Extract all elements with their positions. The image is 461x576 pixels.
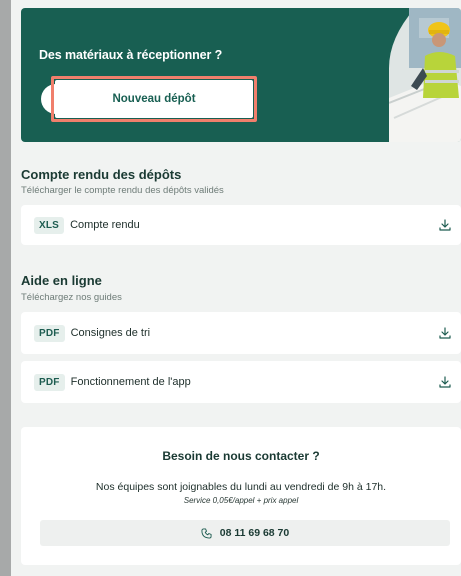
window-left-edge <box>0 0 11 576</box>
page-content: Des matériaux à réceptionner ? Nouveau d… <box>11 0 461 576</box>
hero-title: Des matériaux à réceptionner ? <box>39 48 223 62</box>
hero-banner: Des matériaux à réceptionner ? Nouveau d… <box>21 8 461 142</box>
download-icon[interactable] <box>439 219 451 231</box>
guide-label: Consignes de tri <box>70 327 151 339</box>
help-section-title: Aide en ligne <box>21 273 102 288</box>
phone-icon <box>201 527 212 539</box>
worker-photo <box>389 8 461 142</box>
guide-label: Fonctionnement de l'app <box>70 376 191 388</box>
xls-badge: XLS <box>34 216 65 234</box>
report-download-item[interactable]: XLS Compte rendu <box>21 205 461 245</box>
phone-number: 08 11 69 68 70 <box>219 527 290 539</box>
report-label: Compte rendu <box>70 219 140 231</box>
call-phone-button[interactable]: 08 11 69 68 70 <box>40 520 450 546</box>
reports-section-title: Compte rendu des dépôts <box>21 167 182 182</box>
contact-title: Besoin de nous contacter ? <box>162 449 320 463</box>
reports-section-subtitle: Télécharger le compte rendu des dépôts v… <box>21 185 224 196</box>
new-deposit-button[interactable]: Nouveau dépôt <box>55 80 253 118</box>
help-section-subtitle: Téléchargez nos guides <box>21 292 122 303</box>
contact-fee-note: Service 0,05€/appel + prix appel <box>183 496 299 505</box>
download-icon[interactable] <box>439 327 451 339</box>
contact-card: Besoin de nous contacter ? Nos équipes s… <box>21 427 461 565</box>
pdf-badge: PDF <box>34 373 65 391</box>
guide-download-item[interactable]: PDF Consignes de tri <box>21 312 461 354</box>
pdf-badge: PDF <box>34 324 65 342</box>
download-icon[interactable] <box>439 376 451 388</box>
contact-hours: Nos équipes sont joignables du lundi au … <box>95 481 387 493</box>
guide-download-item[interactable]: PDF Fonctionnement de l'app <box>21 361 461 403</box>
